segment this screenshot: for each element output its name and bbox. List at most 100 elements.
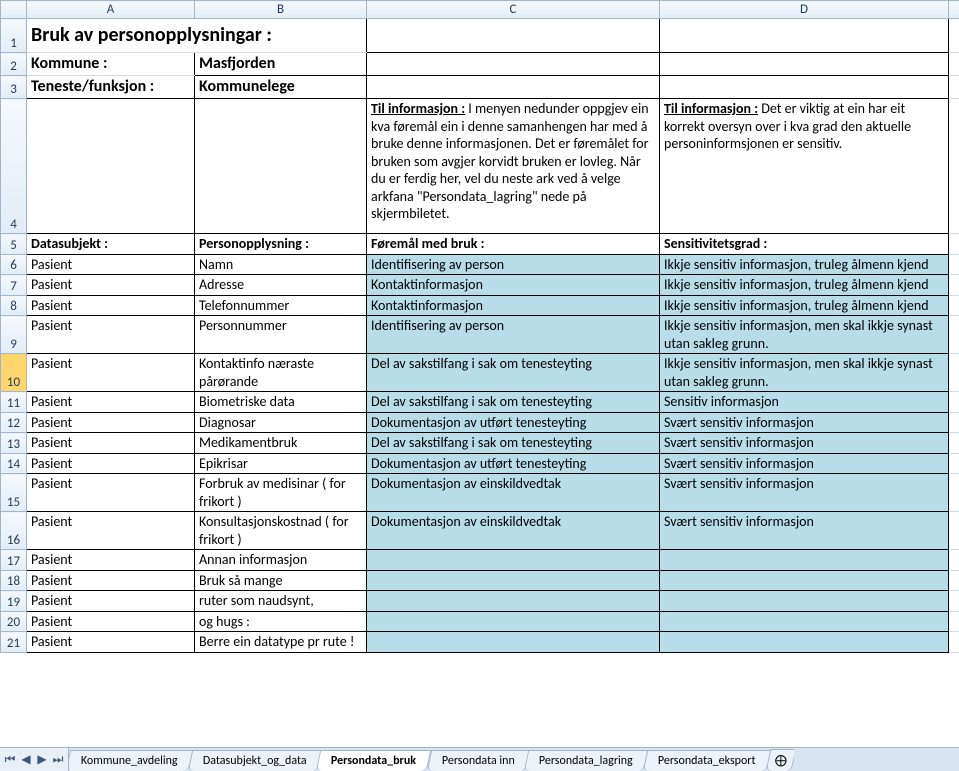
cell-A14[interactable]: Pasient — [27, 453, 195, 474]
col-header-A[interactable]: A — [27, 1, 195, 19]
cell-A3[interactable]: Teneste/funksjon : — [27, 76, 195, 99]
cell-A7[interactable]: Pasient — [27, 275, 195, 296]
row-header[interactable]: 20 — [1, 611, 27, 632]
cell-A5-header[interactable]: Datasubjekt : — [27, 234, 195, 255]
cell-A2[interactable]: Kommune : — [27, 53, 195, 76]
tab-new-sheet[interactable]: ⨁ — [766, 749, 794, 771]
col-header-D[interactable]: D — [660, 1, 949, 19]
cell-A1-title[interactable]: Bruk av personopplysningar : — [27, 19, 367, 53]
tab-persondata-inn[interactable]: Persondata inn — [426, 750, 529, 771]
cell-D6[interactable]: Ikkje sensitiv informasjon, truleg ålmen… — [660, 254, 949, 275]
cell-D9[interactable]: Ikkje sensitiv informasjon, men skal ikk… — [660, 316, 949, 354]
cell-A6[interactable]: Pasient — [27, 254, 195, 275]
tab-kommune-avdeling[interactable]: Kommune_avdeling — [69, 750, 193, 771]
tab-persondata-bruk[interactable]: Persondata_bruk — [316, 750, 432, 771]
row-header[interactable]: 18 — [1, 570, 27, 591]
row-header[interactable]: 8 — [1, 295, 27, 316]
cell-B9[interactable]: Personnummer — [195, 316, 367, 354]
cell-A20[interactable]: Pasient — [27, 611, 195, 632]
cell-D5-header[interactable]: Sensitivitetsgrad : — [660, 234, 949, 255]
col-header-C[interactable]: C — [367, 1, 660, 19]
cell-B3[interactable]: Kommunelege — [195, 76, 367, 99]
row-header[interactable]: 17 — [1, 550, 27, 571]
cell-D10[interactable]: Ikkje sensitiv informasjon, men skal ikk… — [660, 354, 949, 392]
cell-B8[interactable]: Telefonnummer — [195, 295, 367, 316]
row-header[interactable]: 19 — [1, 591, 27, 612]
cell-B21[interactable]: Berre ein datatype pr rute ! — [195, 632, 367, 653]
select-all-corner[interactable] — [1, 1, 27, 19]
cell-B2[interactable]: Masfjorden — [195, 53, 367, 76]
cell-C4-info[interactable]: Til informasjon : I menyen nedunder oppg… — [367, 99, 660, 234]
cell-D15[interactable]: Svært sensitiv informasjon — [660, 474, 949, 512]
row-header[interactable]: 21 — [1, 632, 27, 653]
tab-persondata-lagring[interactable]: Persondata_lagring — [524, 750, 648, 771]
cell-D2[interactable] — [660, 53, 949, 76]
row-header[interactable]: 7 — [1, 275, 27, 296]
cell-B11[interactable]: Biometriske data — [195, 392, 367, 413]
cell-A16[interactable]: Pasient — [27, 512, 195, 550]
tab-persondata-eksport[interactable]: Persondata_eksport — [643, 750, 771, 771]
cell-C16[interactable]: Dokumentasjon av einskildvedtak — [367, 512, 660, 550]
cell-C8[interactable]: Kontaktinformasjon — [367, 295, 660, 316]
cell-A11[interactable]: Pasient — [27, 392, 195, 413]
cell-A9[interactable]: Pasient — [27, 316, 195, 354]
tab-nav-prev[interactable]: ◀ — [18, 752, 34, 768]
cell-B12[interactable]: Diagnosar — [195, 412, 367, 433]
cell-B14[interactable]: Epikrisar — [195, 453, 367, 474]
tab-nav-last[interactable]: ⏭ — [50, 752, 66, 768]
row-header[interactable]: 4 — [1, 99, 27, 234]
cell-D19[interactable] — [660, 591, 949, 612]
cell-C9[interactable]: Identifisering av person — [367, 316, 660, 354]
cell-B20[interactable]: og hugs : — [195, 611, 367, 632]
cell-C7[interactable]: Kontaktinformasjon — [367, 275, 660, 296]
cell-D1[interactable] — [660, 19, 949, 53]
cell-A17[interactable]: Pasient — [27, 550, 195, 571]
row-header[interactable]: 13 — [1, 433, 27, 454]
row-header[interactable]: 1 — [1, 19, 27, 53]
cell-B17[interactable]: Annan informasjon — [195, 550, 367, 571]
cell-A10[interactable]: Pasient — [27, 354, 195, 392]
tab-nav-next[interactable]: ▶ — [34, 752, 50, 768]
cell-A18[interactable]: Pasient — [27, 570, 195, 591]
cell-D4-info[interactable]: Til informasjon : Det er viktig at ein h… — [660, 99, 949, 234]
cell-D18[interactable] — [660, 570, 949, 591]
cell-B18[interactable]: Bruk så mange — [195, 570, 367, 591]
cell-A8[interactable]: Pasient — [27, 295, 195, 316]
cell-D8[interactable]: Ikkje sensitiv informasjon, truleg ålmen… — [660, 295, 949, 316]
cell-B19[interactable]: ruter som naudsynt, — [195, 591, 367, 612]
cell-C19[interactable] — [367, 591, 660, 612]
cell-B6[interactable]: Namn — [195, 254, 367, 275]
cell-B13[interactable]: Medikamentbruk — [195, 433, 367, 454]
row-header[interactable]: 14 — [1, 453, 27, 474]
cell-C3[interactable] — [367, 76, 660, 99]
cell-B10[interactable]: Kontaktinfo næraste pårørande — [195, 354, 367, 392]
cell-C13[interactable]: Del av sakstilfang i sak om tenesteyting — [367, 433, 660, 454]
cell-A15[interactable]: Pasient — [27, 474, 195, 512]
cell-D13[interactable]: Svært sensitiv informasjon — [660, 433, 949, 454]
row-header[interactable]: 9 — [1, 316, 27, 354]
cell-C11[interactable]: Del av sakstilfang i sak om tenesteyting — [367, 392, 660, 413]
cell-A19[interactable]: Pasient — [27, 591, 195, 612]
cell-C12[interactable]: Dokumentasjon av utført tenesteyting — [367, 412, 660, 433]
cell-C10[interactable]: Del av sakstilfang i sak om tenesteyting — [367, 354, 660, 392]
row-header[interactable]: 6 — [1, 254, 27, 275]
cell-D20[interactable] — [660, 611, 949, 632]
cell-B15[interactable]: Forbruk av medisinar ( for frikort ) — [195, 474, 367, 512]
cell-A13[interactable]: Pasient — [27, 433, 195, 454]
row-header[interactable]: 11 — [1, 392, 27, 413]
row-header[interactable]: 15 — [1, 474, 27, 512]
row-header[interactable]: 2 — [1, 53, 27, 76]
row-header[interactable]: 16 — [1, 512, 27, 550]
cell-A4[interactable] — [27, 99, 195, 234]
cell-D21[interactable] — [660, 632, 949, 653]
cell-D16[interactable]: Svært sensitiv informasjon — [660, 512, 949, 550]
cell-C20[interactable] — [367, 611, 660, 632]
col-header-B[interactable]: B — [195, 1, 367, 19]
row-header[interactable]: 10 — [1, 354, 27, 392]
cell-C2[interactable] — [367, 53, 660, 76]
cell-C15[interactable]: Dokumentasjon av einskildvedtak — [367, 474, 660, 512]
cell-D11[interactable]: Sensitiv informasjon — [660, 392, 949, 413]
tab-nav-first[interactable]: ⏮ — [2, 752, 18, 768]
cell-A21[interactable]: Pasient — [27, 632, 195, 653]
cell-C1[interactable] — [367, 19, 660, 53]
